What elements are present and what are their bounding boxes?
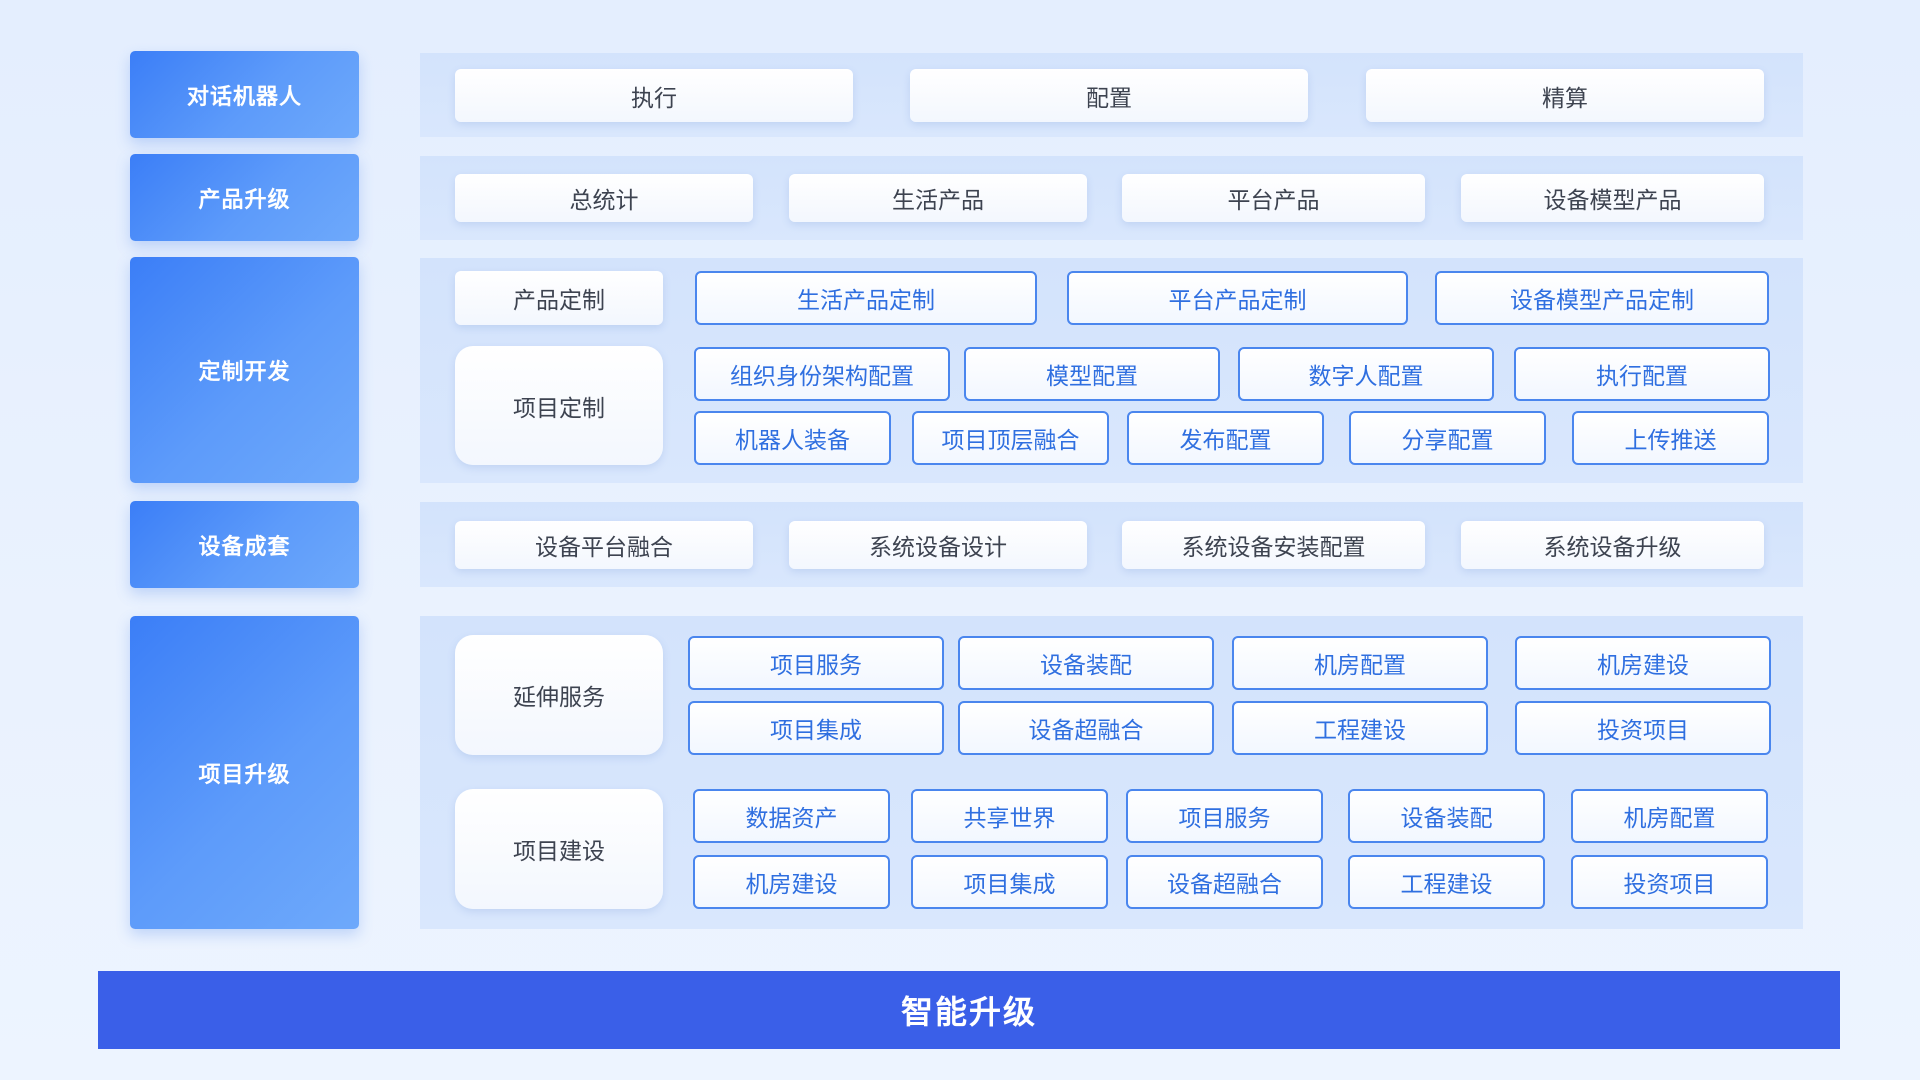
- tag-upload-push: 上传推送: [1572, 411, 1769, 465]
- bottom-bar-intelligent-upgrade: 智能升级: [98, 971, 1840, 1049]
- tag-build-device-assembly: 设备装配: [1348, 789, 1545, 843]
- chip-project-custom: 项目定制: [455, 346, 663, 465]
- tag-ext-device-assembly: 设备装配: [958, 636, 1214, 690]
- category-device-set: 设备成套: [130, 501, 359, 588]
- tag-ext-engineering-build: 工程建设: [1232, 701, 1488, 755]
- tag-digital-human-config: 数字人配置: [1238, 347, 1494, 401]
- tag-build-machine-room-build: 机房建设: [693, 855, 890, 909]
- tag-org-identity-config: 组织身份架构配置: [694, 347, 950, 401]
- chip-product-custom: 产品定制: [455, 271, 663, 325]
- tag-execute-config: 执行配置: [1514, 347, 1770, 401]
- tag-build-project-service: 项目服务: [1126, 789, 1323, 843]
- category-product-upgrade: 产品升级: [130, 154, 359, 241]
- tag-build-investment-project: 投资项目: [1571, 855, 1768, 909]
- chip-extended-service: 延伸服务: [455, 635, 663, 755]
- chip-project-build: 项目建设: [455, 789, 663, 909]
- chip-system-device-install-config: 系统设备安装配置: [1122, 521, 1425, 569]
- chip-execute: 执行: [455, 69, 853, 122]
- tag-ext-device-hyperconverged: 设备超融合: [958, 701, 1214, 755]
- tag-life-product-custom: 生活产品定制: [695, 271, 1037, 325]
- chip-device-platform-fusion: 设备平台融合: [455, 521, 753, 569]
- category-dialog-robot: 对话机器人: [130, 51, 359, 138]
- tag-device-model-product-custom: 设备模型产品定制: [1435, 271, 1769, 325]
- chip-actuarial: 精算: [1366, 69, 1764, 122]
- tag-robot-equipment: 机器人装备: [694, 411, 891, 465]
- tag-build-shared-world: 共享世界: [911, 789, 1108, 843]
- tag-ext-machine-room-config: 机房配置: [1232, 636, 1488, 690]
- chip-life-product: 生活产品: [789, 174, 1087, 222]
- tag-build-engineering-build: 工程建设: [1348, 855, 1545, 909]
- chip-platform-product: 平台产品: [1122, 174, 1425, 222]
- tag-ext-project-integration: 项目集成: [688, 701, 944, 755]
- tag-publish-config: 发布配置: [1127, 411, 1324, 465]
- tag-build-device-hyperconverged: 设备超融合: [1126, 855, 1323, 909]
- tag-model-config: 模型配置: [964, 347, 1220, 401]
- tag-share-config: 分享配置: [1349, 411, 1546, 465]
- tag-ext-project-service: 项目服务: [688, 636, 944, 690]
- tag-project-top-fusion: 项目顶层融合: [912, 411, 1109, 465]
- chip-device-model-product: 设备模型产品: [1461, 174, 1764, 222]
- chip-system-device-upgrade: 系统设备升级: [1461, 521, 1764, 569]
- category-custom-dev: 定制开发: [130, 257, 359, 483]
- tag-ext-investment-project: 投资项目: [1515, 701, 1771, 755]
- tag-build-machine-room-config: 机房配置: [1571, 789, 1768, 843]
- tag-platform-product-custom: 平台产品定制: [1067, 271, 1408, 325]
- tag-build-data-assets: 数据资产: [693, 789, 890, 843]
- chip-system-device-design: 系统设备设计: [789, 521, 1087, 569]
- chip-total-stats: 总统计: [455, 174, 753, 222]
- category-project-upgrade: 项目升级: [130, 616, 359, 929]
- tag-ext-machine-room-build: 机房建设: [1515, 636, 1771, 690]
- chip-config: 配置: [910, 69, 1308, 122]
- tag-build-project-integration: 项目集成: [911, 855, 1108, 909]
